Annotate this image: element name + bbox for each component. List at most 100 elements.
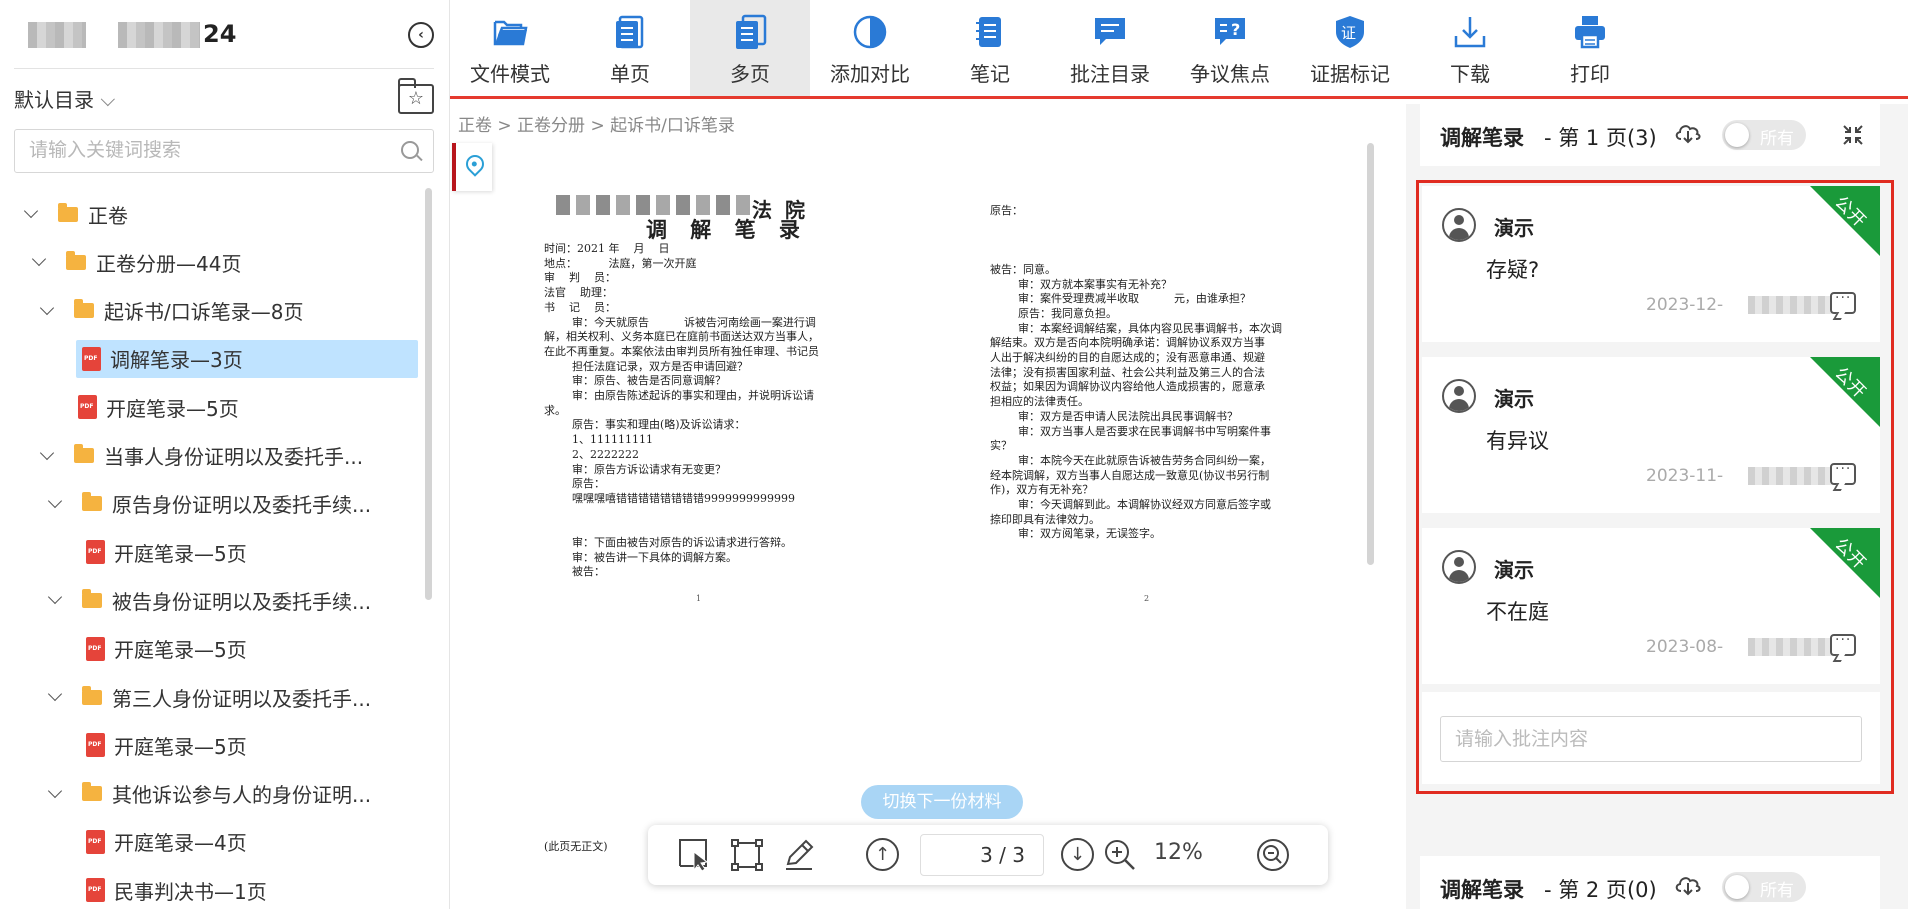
annotation-input-area bbox=[1422, 692, 1880, 784]
annotation-list-button[interactable]: 批注目录 bbox=[1050, 0, 1170, 96]
chevron-down-icon[interactable] bbox=[47, 590, 63, 605]
tree-folder[interactable]: 正卷 bbox=[23, 195, 128, 233]
tree-scrollbar[interactable] bbox=[425, 188, 432, 600]
pdf-icon bbox=[86, 636, 105, 661]
toggle-knob bbox=[1725, 123, 1749, 147]
folder-icon bbox=[74, 299, 94, 319]
tree-file[interactable]: 开庭笔录—5页 bbox=[86, 630, 247, 668]
document-line: 审：下面由被告对原告的诉讼请求进行答辩。 bbox=[544, 536, 792, 549]
chevron-down-icon[interactable] bbox=[39, 300, 55, 315]
tree-folder[interactable]: 当事人身份证明以及委托手... bbox=[39, 437, 363, 475]
annotation-user: 演示 bbox=[1494, 387, 1534, 411]
page-number-left: 1 bbox=[696, 594, 702, 603]
download-button[interactable]: 下载 bbox=[1410, 0, 1530, 96]
document-scrollbar[interactable] bbox=[1367, 143, 1374, 565]
tree-file[interactable]: 调解笔录—3页 bbox=[76, 339, 418, 378]
search-input[interactable] bbox=[29, 130, 389, 170]
favorite-folder-button[interactable]: ☆ bbox=[398, 78, 434, 114]
comment-reply-icon[interactable] bbox=[1830, 461, 1856, 485]
comment-reply-icon[interactable] bbox=[1830, 632, 1856, 656]
tree-file[interactable]: 开庭笔录—5页 bbox=[78, 388, 239, 426]
document-line: 审：今天就原告 诉被告河南绘画一案进行调 bbox=[544, 315, 816, 329]
add-compare-button[interactable]: 添加对比 bbox=[810, 0, 930, 96]
folder-icon bbox=[82, 492, 102, 512]
chevron-down-icon[interactable] bbox=[47, 783, 63, 798]
chevron-down-icon[interactable] bbox=[31, 252, 47, 267]
show-all-toggle[interactable]: 所有 bbox=[1722, 872, 1806, 902]
multi-page-icon bbox=[736, 14, 767, 49]
print-button[interactable]: 打印 bbox=[1530, 0, 1650, 96]
annotation-card[interactable]: 演示 不在庭 2023-08- 公开 bbox=[1422, 528, 1880, 684]
cloud-download-icon[interactable] bbox=[1674, 122, 1702, 144]
page-spread: 法 院 调 解 笔 录 时间：2021 年 月 日地点： 法庭，第一次开庭审 判… bbox=[496, 150, 1366, 780]
file-mode-button[interactable]: 文件模式 bbox=[450, 0, 570, 96]
switch-material-button[interactable]: 切换下一份材料 bbox=[861, 785, 1023, 819]
chevron-down-icon[interactable] bbox=[23, 203, 39, 219]
annotation-card[interactable]: 演示 有异议 2023-11- 公开 bbox=[1422, 357, 1880, 513]
catalog-tree: 正卷正卷分册—44页起诉书/口诉笔录—8页调解笔录—3页开庭笔录—5页当事人身份… bbox=[0, 195, 430, 909]
collapse-sidebar-button[interactable]: ‹ bbox=[408, 22, 434, 48]
document-line: 审：本院今天在此就原告诉被告劳务合同纠纷一案， bbox=[990, 453, 1271, 467]
chevron-down-icon[interactable] bbox=[39, 445, 55, 460]
evidence-mark-button[interactable]: 证证据标记 bbox=[1290, 0, 1410, 96]
notes-header-title: 调解笔录 bbox=[1440, 878, 1524, 902]
search-icon[interactable] bbox=[401, 141, 419, 159]
toggle-label: 所有 bbox=[1760, 129, 1794, 149]
folder-open-icon bbox=[493, 20, 528, 46]
zoom-out-icon[interactable] bbox=[1256, 838, 1290, 872]
notes-button[interactable]: 笔记 bbox=[930, 0, 1050, 96]
tree-folder[interactable]: 被告身份证明以及委托手续... bbox=[47, 581, 371, 619]
annotation-user: 演示 bbox=[1494, 558, 1534, 582]
single-page-button[interactable]: 单页 bbox=[570, 0, 690, 96]
tree-folder[interactable]: 其他诉讼参与人的身份证明... bbox=[47, 775, 371, 813]
document-line: 担任法庭记录，双方是否申请回避？ bbox=[544, 359, 748, 373]
tree-folder[interactable]: 原告身份证明以及委托手续... bbox=[47, 485, 371, 523]
notes-header-page-1: 调解笔录 - 第 1 页(3) 所有 bbox=[1420, 104, 1880, 166]
footnote: (此页无正文) bbox=[544, 840, 608, 853]
dispute-focus-button[interactable]: ? 争议焦点 bbox=[1170, 0, 1290, 96]
annotation-date: 2023-08- bbox=[1646, 637, 1724, 657]
document-line: 审：双方阅笔录，无误签字。 bbox=[990, 527, 1161, 541]
tree-file[interactable]: 开庭笔录—4页 bbox=[86, 823, 247, 861]
locate-button[interactable] bbox=[452, 143, 492, 191]
document-line: 原告：我同意负担。 bbox=[990, 306, 1117, 320]
comment-reply-icon[interactable] bbox=[1830, 290, 1856, 314]
previous-page-button[interactable]: ↑ bbox=[866, 838, 899, 871]
document-line: 原告：事实和理由(略)及诉讼请求： bbox=[544, 418, 746, 432]
tree-node-label: 起诉书/口诉笔录—8页 bbox=[104, 300, 304, 325]
annotation-text: 存疑? bbox=[1486, 258, 1540, 282]
cloud-download-icon[interactable] bbox=[1674, 874, 1702, 896]
tree-node-label: 开庭笔录—4页 bbox=[114, 831, 247, 856]
multi-page-button[interactable]: 多页 bbox=[690, 0, 810, 96]
user-avatar-icon bbox=[1442, 208, 1476, 242]
box-select-icon[interactable] bbox=[730, 838, 764, 872]
redacted-case-name bbox=[28, 22, 86, 48]
document-line: 时间：2021 年 月 日 bbox=[544, 242, 670, 255]
dispute-focus-icon: ? bbox=[1215, 18, 1245, 45]
tree-node-label: 正卷分册—44页 bbox=[96, 251, 242, 276]
star-folder-icon: ☆ bbox=[407, 88, 425, 109]
toolbar: 文件模式 单页 多页 添加对比 笔记 批注目录? 争议焦点证证据标记 下载 打印 bbox=[450, 0, 1908, 99]
annotation-card[interactable]: 演示 存疑? 2023-12- 公开 bbox=[1422, 186, 1880, 342]
pen-icon[interactable] bbox=[782, 838, 816, 872]
next-page-button[interactable]: ↓ bbox=[1061, 838, 1094, 871]
document-line: 审：被告讲一下具体的调解方案。 bbox=[544, 550, 737, 564]
tree-file[interactable]: 民事判决书—1页 bbox=[86, 871, 267, 909]
show-all-toggle[interactable]: 所有 bbox=[1722, 120, 1806, 150]
tree-file[interactable]: 开庭笔录—5页 bbox=[86, 533, 247, 571]
view-controls: ↑ 3 / 3 ↓ 12% bbox=[648, 825, 1328, 885]
tree-folder[interactable]: 正卷分册—44页 bbox=[31, 243, 242, 281]
catalog-select[interactable]: 默认目录 bbox=[14, 84, 115, 113]
document-line: 1、111111111 bbox=[544, 433, 653, 447]
annotation-input[interactable] bbox=[1440, 716, 1862, 762]
select-pointer-icon[interactable] bbox=[678, 838, 712, 872]
collapse-panel-icon[interactable] bbox=[1842, 124, 1864, 146]
toolbar-item-label: 添加对比 bbox=[830, 62, 910, 86]
tree-file[interactable]: 开庭笔录—5页 bbox=[86, 726, 247, 764]
chevron-down-icon[interactable] bbox=[47, 686, 63, 702]
zoom-in-icon[interactable] bbox=[1103, 838, 1137, 872]
tree-folder[interactable]: 起诉书/口诉笔录—8页 bbox=[39, 292, 304, 330]
chevron-down-icon[interactable] bbox=[47, 493, 63, 508]
page-input[interactable]: 3 / 3 bbox=[920, 834, 1044, 876]
tree-folder[interactable]: 第三人身份证明以及委托手... bbox=[47, 678, 371, 716]
